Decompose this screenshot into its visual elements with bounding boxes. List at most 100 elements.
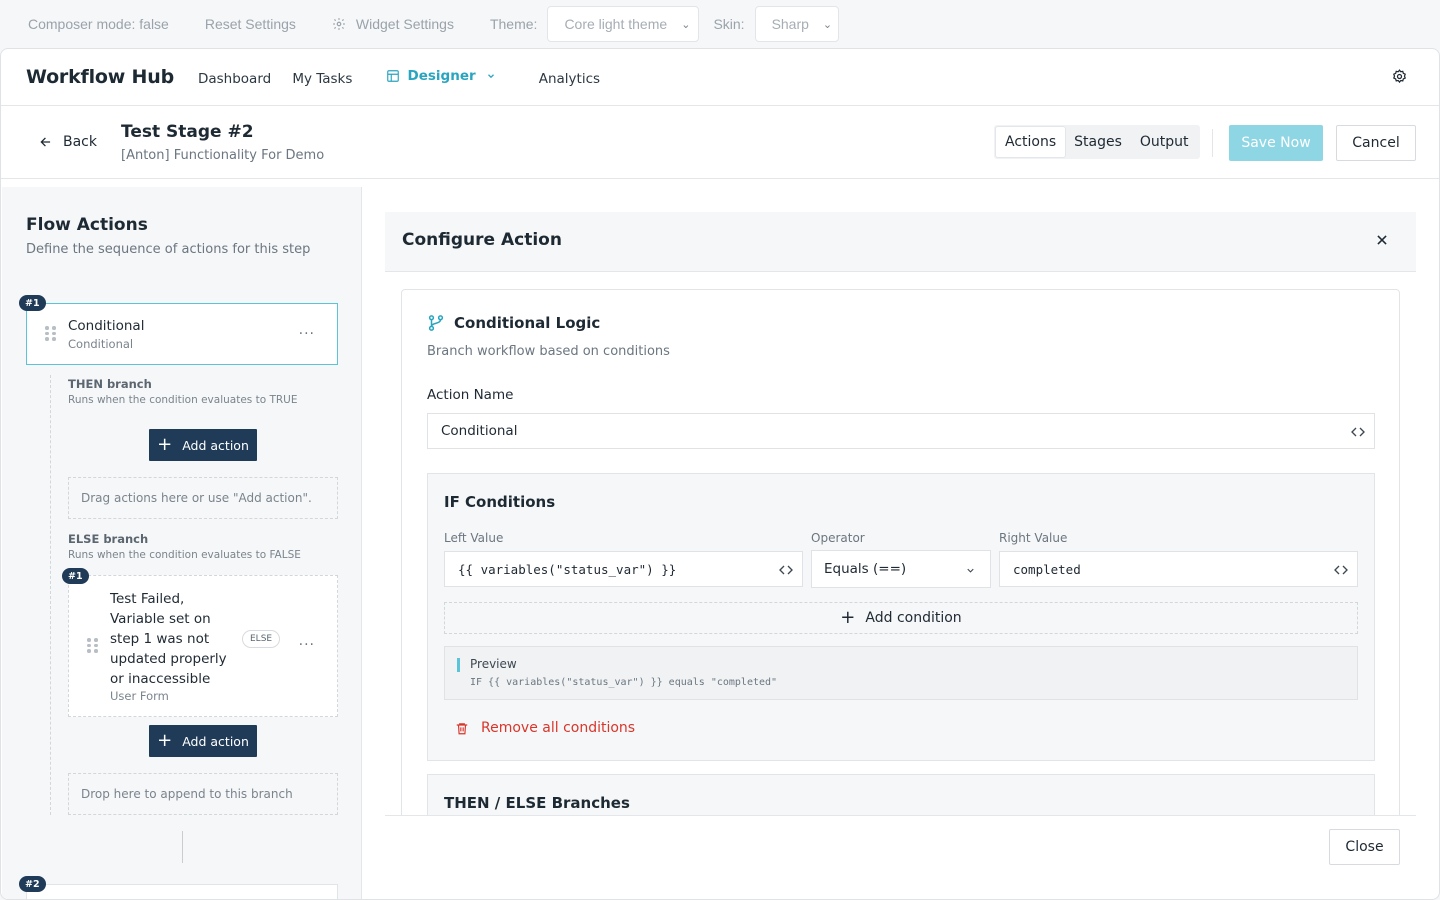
then-branch-heading: THEN branch [68, 377, 152, 391]
then-branch-description: Runs when the condition evaluates to TRU… [68, 394, 298, 406]
operator-value: Equals (==) [824, 561, 907, 577]
left-value-input[interactable]: {{ variables("status_var") }} [444, 551, 803, 587]
drag-handle-icon[interactable] [45, 326, 56, 341]
configure-body[interactable]: Conditional Logic Branch workflow based … [385, 272, 1416, 815]
divider [1212, 129, 1213, 157]
plus-icon: + [157, 730, 173, 751]
skin-select[interactable]: Sharp ⌄ [754, 6, 839, 42]
arrow-left-icon [40, 137, 51, 147]
gear-icon [333, 18, 345, 30]
configure-header: Configure Action [385, 212, 1416, 272]
right-value-label: Right Value [999, 531, 1068, 545]
app-window: Workflow Hub Dashboard My Tasks Designer… [0, 48, 1440, 900]
view-tabs: Actions Stages Output [994, 125, 1200, 159]
branches-title: THEN / ELSE Branches [444, 794, 630, 812]
action-name-input[interactable]: Conditional [427, 413, 1375, 449]
nav-analytics[interactable]: Analytics [539, 71, 600, 87]
theme-label: Theme: [489, 16, 538, 32]
branches-card: THEN / ELSE Branches [427, 774, 1375, 815]
drag-handle-icon[interactable] [87, 638, 98, 653]
if-conditions-title: IF Conditions [444, 493, 556, 511]
back-label: Back [63, 134, 97, 150]
close-icon[interactable] [1375, 233, 1389, 247]
else-branch-description: Runs when the condition evaluates to FAL… [68, 549, 301, 561]
brand-logo: Workflow Hub [26, 66, 174, 88]
action-card-user-form[interactable]: Test Failed, Variable set on step 1 was … [68, 575, 338, 717]
operator-select[interactable]: Equals (==) [811, 550, 991, 588]
plus-icon: + [157, 434, 173, 455]
action-title: Test Failed, Variable set on step 1 was … [110, 591, 227, 687]
else-branch-heading: ELSE branch [68, 532, 149, 546]
chevron-down-icon: ⌄ [822, 18, 833, 31]
else-dropzone[interactable]: Drop here to append to this branch [68, 773, 338, 815]
settings-gear-icon[interactable] [1392, 69, 1407, 84]
git-branch-icon [428, 315, 444, 331]
close-button[interactable]: Close [1329, 829, 1400, 865]
section-description: Branch workflow based on conditions [427, 344, 670, 359]
trash-icon [456, 722, 468, 734]
then-dropzone[interactable]: Drag actions here or use "Add action". [68, 477, 338, 519]
back-button[interactable]: Back [39, 134, 97, 150]
add-action-label: Add action [182, 733, 249, 749]
code-icon[interactable] [778, 562, 794, 578]
composer-mode-toggle[interactable]: Composer mode: false [28, 16, 169, 32]
nav-dashboard[interactable]: Dashboard [198, 71, 271, 87]
add-condition-button[interactable]: + Add condition [444, 602, 1358, 634]
action-name-value: Conditional [441, 423, 518, 439]
tab-actions[interactable]: Actions [996, 127, 1066, 157]
add-condition-label: Add condition [865, 610, 962, 626]
action-card-2[interactable] [26, 884, 338, 899]
action-subtitle: User Form [110, 689, 169, 703]
widget-settings-label: Widget Settings [355, 16, 454, 32]
more-options-icon[interactable]: ... [299, 322, 315, 338]
top-navbar: Workflow Hub Dashboard My Tasks Designer… [1, 49, 1439, 106]
nav-designer-label: Designer [407, 67, 476, 84]
action-card-conditional[interactable]: Conditional Conditional ... [26, 303, 338, 365]
composer-toolbar: Composer mode: false Reset Settings Widg… [0, 0, 1440, 48]
skin-value: Sharp [771, 16, 809, 32]
nav-designer[interactable]: Designer [386, 68, 504, 84]
nav-my-tasks[interactable]: My Tasks [292, 71, 352, 87]
tab-stages[interactable]: Stages [1065, 127, 1131, 157]
theme-select[interactable]: Core light theme ⌄ [547, 6, 700, 42]
flow-actions-title: Flow Actions [26, 215, 148, 235]
then-add-action-button[interactable]: + Add action [149, 429, 257, 461]
configure-footer: Close [385, 815, 1416, 899]
section-title: Conditional Logic [454, 314, 601, 332]
widget-settings-button[interactable]: Widget Settings [332, 16, 454, 32]
left-value-label: Left Value [444, 531, 504, 545]
else-add-action-button[interactable]: + Add action [149, 725, 257, 757]
theme-value: Core light theme [564, 16, 668, 32]
add-action-label: Add action [182, 437, 249, 453]
save-now-button[interactable]: Save Now [1229, 125, 1323, 161]
skin-label: Skin: [713, 16, 745, 32]
page-title: Test Stage #2 [121, 122, 254, 142]
branch-connector [50, 375, 51, 815]
code-icon[interactable] [1350, 424, 1366, 440]
step-badge: #2 [19, 876, 46, 892]
code-icon[interactable] [1333, 562, 1349, 578]
tab-output[interactable]: Output [1131, 127, 1198, 157]
else-tag-badge: ELSE [242, 630, 281, 648]
stage-header: Back Test Stage #2 [Anton] Functionality… [1, 106, 1439, 179]
plus-icon: + [840, 607, 856, 628]
remove-all-label: Remove all conditions [481, 720, 636, 736]
step-badge: #1 [19, 295, 46, 311]
composer-mode-label: Composer mode: false [28, 16, 169, 32]
reset-settings-button[interactable]: Reset Settings [205, 16, 296, 32]
remove-all-conditions-button[interactable]: Remove all conditions [455, 720, 635, 736]
step-badge: #1 [62, 568, 89, 584]
preview-code: IF {{ variables("status_var") }} equals … [470, 677, 778, 688]
page-subtitle: [Anton] Functionality For Demo [121, 148, 325, 163]
more-options-icon[interactable]: ... [299, 633, 315, 649]
flow-actions-panel: Flow Actions Define the sequence of acti… [2, 187, 362, 899]
configure-action-panel: Configure Action Conditional Logic Branc… [385, 212, 1416, 899]
main-nav: Dashboard My Tasks Designer Analytics [198, 68, 616, 87]
cancel-button[interactable]: Cancel [1336, 125, 1416, 161]
right-value-input[interactable]: completed [999, 551, 1358, 587]
left-value-text: {{ variables("status_var") }} [458, 561, 677, 577]
step-connector [182, 831, 183, 863]
condition-preview: Preview IF {{ variables("status_var") }}… [444, 646, 1358, 700]
chevron-down-icon: ⌄ [681, 18, 691, 31]
action-title: Conditional [68, 318, 145, 334]
